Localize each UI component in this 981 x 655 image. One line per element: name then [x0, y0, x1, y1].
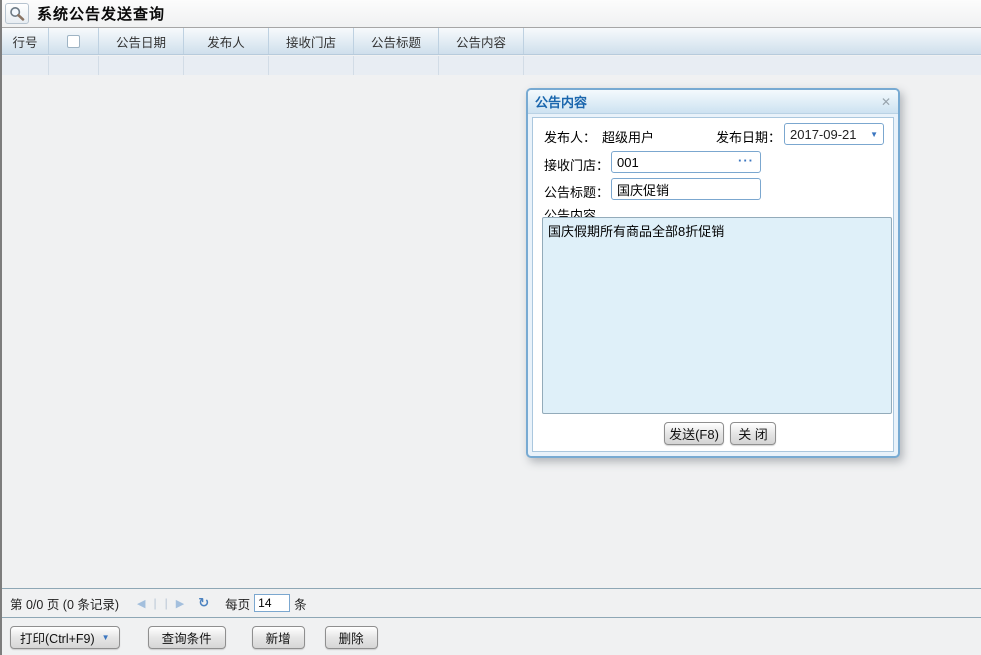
- search-icon: [5, 3, 29, 24]
- column-header-title[interactable]: 公告标题: [354, 28, 439, 54]
- announcement-content-textarea[interactable]: 国庆假期所有商品全部8折促销: [542, 217, 892, 414]
- print-button-label: 打印(Ctrl+F9): [20, 628, 95, 647]
- add-button[interactable]: 新增: [252, 626, 305, 649]
- pagination-bar: 第 0/0 页 (0 条记录) ◀ | | ▶ ↻ 每页 条: [2, 588, 981, 618]
- per-page-input[interactable]: [254, 594, 290, 612]
- table-row: [2, 56, 981, 75]
- empty-cell: [354, 56, 439, 75]
- empty-cell: [439, 56, 524, 75]
- chevron-down-icon: ▼: [870, 130, 878, 139]
- page-title: 系统公告发送查询: [37, 3, 165, 24]
- dialog-body: 发布人： 超级用户 发布日期： 2017-09-21 ▼ 接收门店： ··· 公…: [528, 114, 898, 456]
- print-button[interactable]: 打印(Ctrl+F9) ▼: [10, 626, 120, 649]
- bottom-toolbar: 打印(Ctrl+F9) ▼ 查询条件 新增 删除: [2, 619, 981, 655]
- refresh-icon[interactable]: ↻: [198, 595, 209, 611]
- column-header-select[interactable]: [49, 28, 99, 54]
- dialog-close-button[interactable]: 关 闭: [730, 422, 776, 445]
- send-button[interactable]: 发送(F8): [664, 422, 724, 445]
- chevron-down-icon: ▼: [102, 633, 110, 642]
- publish-date-value: 2017-09-21: [790, 127, 870, 142]
- publisher-label: 发布人：: [544, 127, 596, 146]
- dialog-title: 公告内容: [535, 92, 587, 111]
- publish-date-combobox[interactable]: 2017-09-21 ▼: [784, 123, 884, 145]
- dialog-titlebar[interactable]: 公告内容 ✕: [528, 90, 898, 114]
- dialog-button-row: 发送(F8) 关 闭: [528, 422, 898, 446]
- empty-cell: [269, 56, 354, 75]
- column-header-filler: [524, 28, 981, 54]
- page-separator: |: [154, 596, 157, 610]
- prev-page-icon[interactable]: ◀: [137, 597, 145, 610]
- column-header-content[interactable]: 公告内容: [439, 28, 524, 54]
- column-header-date[interactable]: 公告日期: [99, 28, 184, 54]
- next-page-icon[interactable]: ▶: [176, 597, 184, 610]
- publish-date-label: 发布日期：: [716, 127, 781, 146]
- announcement-title-input[interactable]: [611, 178, 761, 200]
- store-label: 接收门店：: [544, 155, 609, 174]
- per-page-label: 每页: [225, 594, 250, 613]
- announcement-dialog: 公告内容 ✕ 发布人： 超级用户 发布日期： 2017-09-21 ▼ 接收门店…: [526, 88, 900, 458]
- column-header-rowno[interactable]: 行号: [2, 28, 49, 54]
- announcement-title-label: 公告标题：: [544, 182, 609, 201]
- page-titlebar: 系统公告发送查询: [2, 0, 981, 28]
- grid-header: 行号 公告日期 发布人 接收门店 公告标题 公告内容: [2, 28, 981, 55]
- delete-button[interactable]: 删除: [325, 626, 378, 649]
- column-header-publisher[interactable]: 发布人: [184, 28, 269, 54]
- empty-cell: [99, 56, 184, 75]
- empty-cell: [524, 56, 981, 75]
- empty-cell: [49, 56, 99, 75]
- app-window: 系统公告发送查询 行号 公告日期 发布人 接收门店 公告标题 公告内容 第 0/…: [0, 0, 981, 655]
- page-info: 第 0/0 页 (0 条记录): [10, 594, 119, 613]
- per-page-unit: 条: [294, 594, 307, 613]
- empty-cell: [184, 56, 269, 75]
- page-separator: |: [165, 596, 168, 610]
- empty-cell: [2, 56, 49, 75]
- column-header-store[interactable]: 接收门店: [269, 28, 354, 54]
- query-conditions-button[interactable]: 查询条件: [148, 626, 226, 649]
- close-icon[interactable]: ✕: [881, 96, 891, 108]
- select-all-checkbox[interactable]: [67, 35, 80, 48]
- publisher-value: 超级用户: [602, 127, 654, 146]
- store-picker-icon[interactable]: ···: [738, 153, 754, 168]
